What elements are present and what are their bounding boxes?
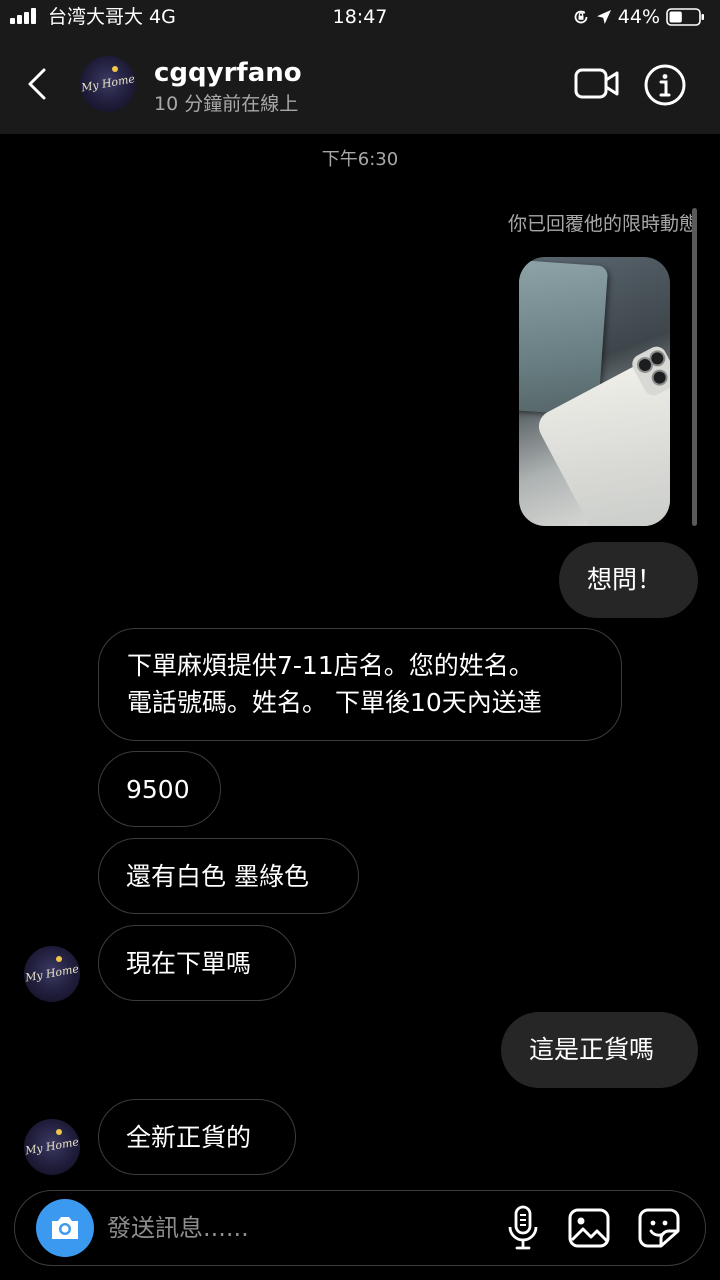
scrollbar[interactable] <box>692 208 697 526</box>
camera-button[interactable] <box>36 1199 94 1257</box>
message-text: 現在下單嗎 <box>126 949 252 978</box>
story-reply-note: 你已回覆他的限時動態 <box>507 213 698 235</box>
message-bubble-outgoing[interactable]: 想問！ <box>559 542 698 618</box>
message-text: 電話號碼。姓名。 下單後10天內送達 <box>127 688 542 717</box>
orientation-lock-icon <box>572 8 590 26</box>
message-text: 全新正貨的 <box>126 1123 252 1152</box>
camera-icon <box>52 1217 78 1239</box>
message-composer <box>14 1190 706 1266</box>
sender-avatar[interactable]: My Home <box>24 1119 80 1175</box>
info-button[interactable] <box>644 64 686 106</box>
message-text: 下單麻煩提供7-11店名。您的姓名。 <box>127 651 534 680</box>
sticker-icon <box>638 1208 680 1248</box>
message-bubble-incoming[interactable]: 現在下單嗎 <box>98 925 296 1001</box>
message-text: 這是正貨嗎 <box>529 1035 655 1064</box>
replied-story-thumbnail[interactable] <box>519 257 670 526</box>
message-bubble-outgoing[interactable]: 這是正貨嗎 <box>501 1012 698 1088</box>
video-call-button[interactable] <box>574 66 620 102</box>
info-icon <box>644 64 686 106</box>
message-bubble-incoming[interactable]: 9500 <box>98 751 221 827</box>
voice-message-button[interactable] <box>507 1205 539 1251</box>
sticker-button[interactable] <box>637 1207 681 1249</box>
status-bar: 台湾大哥大 4G 18:47 44% <box>0 0 720 34</box>
video-camera-icon <box>574 68 619 99</box>
battery-percent: 44% <box>617 6 660 28</box>
message-text: 9500 <box>126 775 190 804</box>
contact-avatar[interactable]: My Home <box>80 56 136 112</box>
message-bubble-incoming[interactable]: 全新正貨的 <box>98 1099 296 1175</box>
avatar-logo-text: My Home <box>80 72 136 95</box>
sender-avatar[interactable]: My Home <box>24 946 80 1002</box>
battery-icon <box>666 8 704 26</box>
message-bubble-incoming[interactable]: 下單麻煩提供7-11店名。您的姓名。 電話號碼。姓名。 下單後10天內送達 <box>98 628 622 741</box>
message-bubble-incoming[interactable]: 還有白色 墨綠色 <box>98 838 359 914</box>
chat-header: My Home cgqyrfano 10 分鐘前在線上 <box>0 34 720 134</box>
gallery-button[interactable] <box>567 1207 611 1249</box>
avatar-logo-text: My Home <box>24 962 80 985</box>
chevron-left-icon <box>28 68 46 100</box>
chat-timestamp: 下午6:30 <box>321 149 399 170</box>
message-input[interactable] <box>107 1207 487 1249</box>
back-button[interactable] <box>22 64 58 104</box>
message-text: 還有白色 墨綠色 <box>126 862 309 891</box>
contact-name[interactable]: cgqyrfano <box>154 58 302 88</box>
avatar-logo-text: My Home <box>24 1135 80 1158</box>
microphone-icon <box>508 1205 538 1250</box>
contact-online-status: 10 分鐘前在線上 <box>154 93 299 115</box>
image-gallery-icon <box>568 1208 610 1248</box>
location-arrow-icon <box>596 9 612 25</box>
message-text: 想問！ <box>587 565 663 594</box>
